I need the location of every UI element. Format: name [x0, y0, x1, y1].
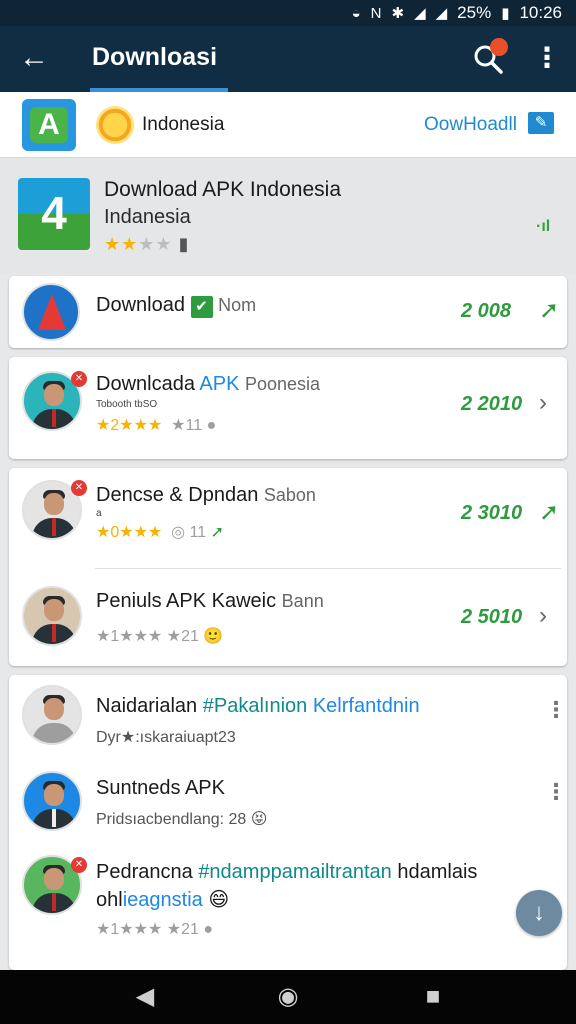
battery-icon: ▮ — [501, 4, 510, 22]
more-vert-icon[interactable]: ⋮ — [545, 699, 567, 721]
home-nav-icon[interactable]: ◉ — [273, 982, 303, 1012]
signal-icon-2: ◢ — [435, 4, 448, 22]
trend-arrow-icon[interactable]: ➚ — [539, 498, 559, 527]
system-nav-bar: ◀ ◉ ■ — [0, 970, 576, 1024]
more-vert-icon[interactable]: ⋮ — [530, 40, 564, 76]
nfc-icon: N — [370, 4, 382, 22]
scroll-down-fab-icon[interactable]: ↓ — [516, 890, 562, 936]
item-line2: ohl — [96, 889, 123, 911]
page-title: Downloasi — [92, 43, 218, 71]
item-downloads: 2 5010 — [461, 606, 523, 628]
list-item[interactable]: Suntneds APK Pridsıacbendlang: 28 😝 ⋮ — [9, 763, 567, 847]
item-downloads: 2 2010 — [461, 393, 523, 415]
recents-nav-icon[interactable]: ■ — [418, 982, 448, 1012]
list-item[interactable]: ✕ Pedrancna #ndamppamailtrantan hdamlais… — [9, 847, 567, 957]
item-line2-accent: ieagnstia — [122, 889, 203, 911]
featured-app[interactable]: 4 Download APK Indonesia Indanesia ★★★★ … — [0, 158, 576, 274]
list-card-1: Download ✔ Nom 2 008 ➚ — [9, 276, 567, 348]
rating-stars: ★1★★★ ★21 — [96, 628, 199, 645]
item-downloads: 2 3010 — [461, 502, 523, 524]
featured-title: Download APK Indonesia — [104, 178, 341, 201]
item-title: Download — [96, 294, 185, 316]
clock: 10:26 — [519, 3, 562, 22]
more-vert-icon[interactable]: ⋮ — [545, 781, 567, 803]
store-logo[interactable]: A — [22, 99, 76, 151]
app-bar: ← Downloasi ⋮ — [0, 26, 576, 92]
chevron-right-icon[interactable]: › — [539, 602, 547, 630]
edit-icon[interactable]: ✎ — [528, 112, 554, 134]
trend-arrow-icon[interactable]: ➚ — [539, 296, 559, 325]
item-title-2: hdamlais — [397, 861, 478, 883]
trend-icon: ➚ — [210, 524, 225, 541]
status-bar: ◒ N ✱ ◢ ◢ 25% ▮ 10:26 — [0, 0, 576, 26]
item-title: Suntneds APK — [96, 777, 225, 799]
rating-stars: ★2★★★ — [96, 417, 163, 434]
list-card-4: Naidarialan #Pakalınion Kelrfantdnin Dyr… — [9, 675, 567, 970]
emoji-icon: 😝 — [250, 811, 268, 828]
featured-rating: ★★★★ ▮ — [104, 234, 190, 254]
back-arrow-icon[interactable]: ← — [16, 40, 52, 76]
item-title: Peniuls APK Kaweic — [96, 590, 277, 612]
emoji-icon: 🙂 — [203, 628, 224, 645]
close-badge-icon: ✕ — [71, 480, 87, 496]
item-tag: #Pakalınion — [202, 695, 308, 717]
download-link[interactable]: OowHoadll — [424, 114, 517, 136]
list-card-2: ✕ Downlcada APK Poonesia Tobooth tbSO ★2… — [9, 357, 567, 459]
country-label: Indonesia — [142, 114, 225, 135]
avatar — [22, 771, 82, 831]
close-badge-icon: ✕ — [71, 857, 87, 873]
rating-stars: ★1★★★ ★21 — [96, 921, 199, 938]
item-downloads: 2 008 — [461, 300, 512, 322]
divider — [95, 568, 561, 569]
item-title-muted: Bann — [281, 591, 324, 611]
item-subtitle: Tobooth tbSO — [96, 399, 158, 410]
list-item[interactable]: Peniuls APK Kaweic Bann ★1★★★ ★21 🙂 2 50… — [9, 570, 567, 666]
featured-subtitle: Indanesia — [104, 206, 191, 228]
list-item[interactable]: ✕ Dencse & Dpndan Sabon a ★0★★★ ◎ 11 ➚ 2… — [9, 468, 567, 568]
signal-bars-icon: ·ıl — [536, 218, 551, 235]
item-title: Dencse & Dpndan — [96, 484, 259, 506]
avatar — [22, 685, 82, 745]
back-nav-icon[interactable]: ◀ — [130, 982, 160, 1012]
item-title-muted: Sabon — [263, 485, 316, 505]
item-title: Naidarialan — [96, 695, 198, 717]
review-count: ★11 — [171, 417, 203, 434]
item-title: Pedrancna — [96, 861, 193, 883]
rating-stars: ★0★★★ — [96, 524, 163, 541]
item-title-accent: APK — [199, 373, 240, 395]
item-extra: Nom — [218, 295, 257, 315]
chevron-right-icon[interactable]: › — [539, 389, 547, 417]
bluetooth-icon: ✱ — [391, 4, 405, 22]
item-tag: #ndamppamailtrantan — [198, 861, 392, 883]
app-icon — [22, 283, 80, 341]
info-icon: ● — [203, 921, 213, 938]
item-meta: Pridsıacbendlang: 28 — [96, 811, 247, 828]
close-badge-icon: ✕ — [71, 371, 87, 387]
item-title-muted: Poonesia — [245, 374, 321, 394]
list-item[interactable]: ✕ Downlcada APK Poonesia Tobooth tbSO ★2… — [9, 357, 567, 459]
wifi-icon: ◒ — [351, 4, 361, 22]
notification-badge — [490, 38, 508, 56]
list-item[interactable]: Download ✔ Nom 2 008 ➚ — [9, 276, 567, 348]
top-strip: A Indonesia OowHoadll ✎ — [0, 92, 576, 158]
avatar — [22, 586, 82, 646]
sun-icon — [96, 106, 134, 144]
app-logo: 4 — [18, 178, 90, 250]
check-icon: ✔ — [190, 296, 213, 318]
item-meta: Dyr★:ıskaraiuapt23 — [96, 729, 236, 746]
item-subtitle: a — [96, 508, 102, 519]
list-item[interactable]: Naidarialan #Pakalınion Kelrfantdnin Dyr… — [9, 675, 567, 763]
list-card-3: ✕ Dencse & Dpndan Sabon a ★0★★★ ◎ 11 ➚ 2… — [9, 468, 567, 666]
info-icon: ● — [206, 417, 217, 434]
comment-count: ◎ 11 — [171, 524, 207, 541]
battery-level: 25% — [457, 3, 492, 22]
item-title: Downlcada — [96, 373, 195, 395]
signal-icon: ◢ — [414, 4, 426, 22]
item-tag-2: Kelrfantdnin — [312, 695, 420, 717]
emoji-icon: 😄 — [208, 889, 230, 911]
